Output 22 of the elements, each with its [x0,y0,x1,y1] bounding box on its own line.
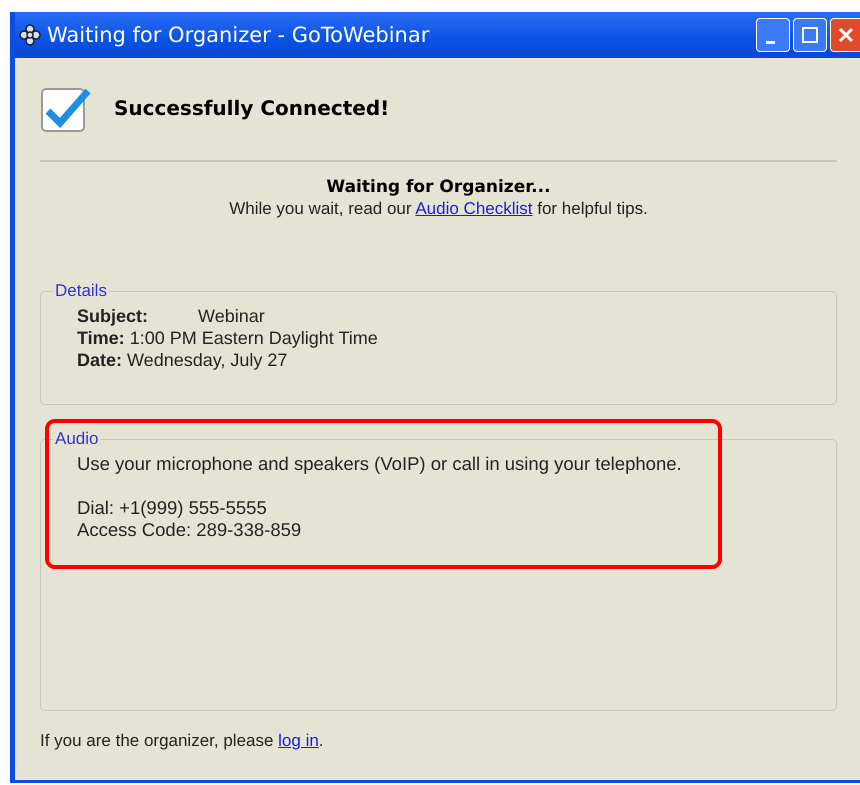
audio-intro-text: Use your microphone and speakers (VoIP) or call in using your telephone. [77,453,683,475]
organizer-login-text: If you are the organizer, please log in. [40,731,325,751]
audio-line: Access Code: 289-338-859 [77,519,302,541]
waiting-heading: Waiting for Organizer... [325,177,552,197]
connection-status: Successfully Connected! [114,96,390,120]
waiting-tip-text: While you wait, read our Audio Checklist for helpful tips. [228,199,649,219]
detail-line: Date: Wednesday, July 27 [77,349,288,371]
window-title: Waiting for Organizer - GoToWebinar [47,23,430,47]
minimize-icon [766,40,774,44]
flower-icon [19,24,41,46]
minimize-button[interactable] [756,18,790,52]
audio-checklist-link[interactable]: Audio Checklist [415,199,533,218]
detail-line: Subject: Webinar [77,305,266,327]
maximize-button[interactable] [793,18,827,52]
close-icon [836,26,854,44]
log-in-link[interactable]: log in [278,731,319,750]
maximize-icon [801,26,819,44]
group-legend: Audio [53,429,100,449]
group-legend: Details [53,281,109,301]
audio-line: Dial: +1(999) 555-5555 [77,497,268,519]
detail-line: Time: 1:00 PM Eastern Daylight Time [77,327,379,349]
close-button[interactable] [830,18,860,52]
